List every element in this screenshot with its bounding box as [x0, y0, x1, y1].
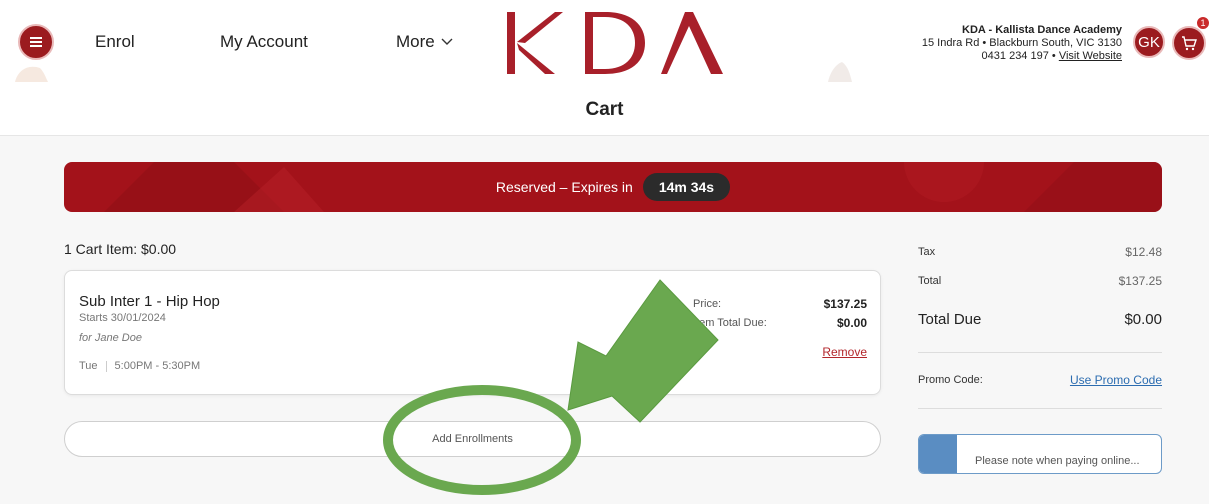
nav-more-label: More [396, 32, 435, 51]
hamburger-icon [30, 37, 42, 47]
promo-code-label: Promo Code: [918, 374, 983, 386]
price-label: Price: [693, 298, 722, 310]
academy-contact: 0431 234 197 • Visit Website [922, 50, 1122, 63]
note-text: Please note when paying online... [975, 455, 1140, 467]
decorative-hand-icon [15, 66, 48, 82]
site-header: Enrol My Account More KDA - Kallista Dan… [0, 0, 1209, 82]
academy-info: KDA - Kallista Dance Academy 15 Indra Rd… [922, 24, 1122, 63]
nav-my-account[interactable]: My Account [220, 32, 308, 52]
class-schedule: Tue 5:00PM - 5:30PM [79, 360, 200, 372]
page-title-bar: Cart [0, 82, 1209, 136]
price-value: $137.25 [823, 297, 867, 311]
total-due-label: Total Due [918, 311, 982, 328]
cart-item-card: Sub Inter 1 - Hip Hop Starts 30/01/2024 … [64, 270, 881, 395]
class-time: 5:00PM - 5:30PM [114, 360, 201, 372]
reservation-text: Reserved – Expires in [495, 179, 633, 195]
use-promo-code-link[interactable]: Use Promo Code [1070, 373, 1162, 387]
tax-label: Tax [918, 246, 936, 258]
decorative-hand-icon [828, 62, 852, 82]
academy-name: KDA - Kallista Dance Academy [962, 24, 1122, 36]
total-value: $137.25 [1118, 274, 1162, 288]
user-avatar[interactable]: GK [1133, 26, 1165, 58]
kda-logo[interactable] [505, 12, 725, 74]
tax-value: $12.48 [1125, 245, 1162, 259]
cart-count-badge: 1 [1196, 16, 1209, 30]
remove-item-link[interactable]: Remove [822, 345, 867, 359]
cart-icon [1182, 36, 1197, 51]
menu-button[interactable] [18, 24, 54, 60]
cart-button[interactable] [1172, 26, 1206, 60]
summary-divider [918, 352, 1162, 353]
cart-item-count: 1 Cart Item: $0.00 [64, 241, 177, 257]
reservation-banner: Reserved – Expires in 14m 34s [64, 162, 1162, 212]
note-accent-bar [919, 435, 957, 473]
reservation-timer: 14m 34s [642, 173, 731, 201]
class-day: Tue [79, 360, 98, 372]
academy-phone: 0431 234 197 • [981, 50, 1056, 62]
class-start-date: Starts 30/01/2024 [79, 312, 166, 324]
add-enrollments-button[interactable]: Add Enrollments [64, 421, 881, 457]
separator [105, 360, 107, 372]
visit-website-link[interactable]: Visit Website [1059, 50, 1122, 62]
item-total-due-label: Item Total Due: [693, 317, 767, 329]
total-label: Total [918, 275, 942, 287]
student-name: for Jane Doe [79, 332, 142, 344]
payment-note: Please note when paying online... [918, 434, 1162, 474]
chevron-down-icon [441, 38, 453, 45]
summary-divider [918, 408, 1162, 409]
class-name: Sub Inter 1 - Hip Hop [79, 293, 220, 310]
banner-content: Reserved – Expires in 14m 34s [64, 162, 1162, 212]
nav-more[interactable]: More [396, 32, 453, 52]
nav-enrol[interactable]: Enrol [95, 32, 135, 52]
total-due-value: $0.00 [1124, 311, 1162, 328]
item-total-due-value: $0.00 [836, 316, 867, 330]
academy-address: 15 Indra Rd • Blackburn South, VIC 3130 [921, 37, 1122, 49]
page-title: Cart [585, 99, 624, 120]
